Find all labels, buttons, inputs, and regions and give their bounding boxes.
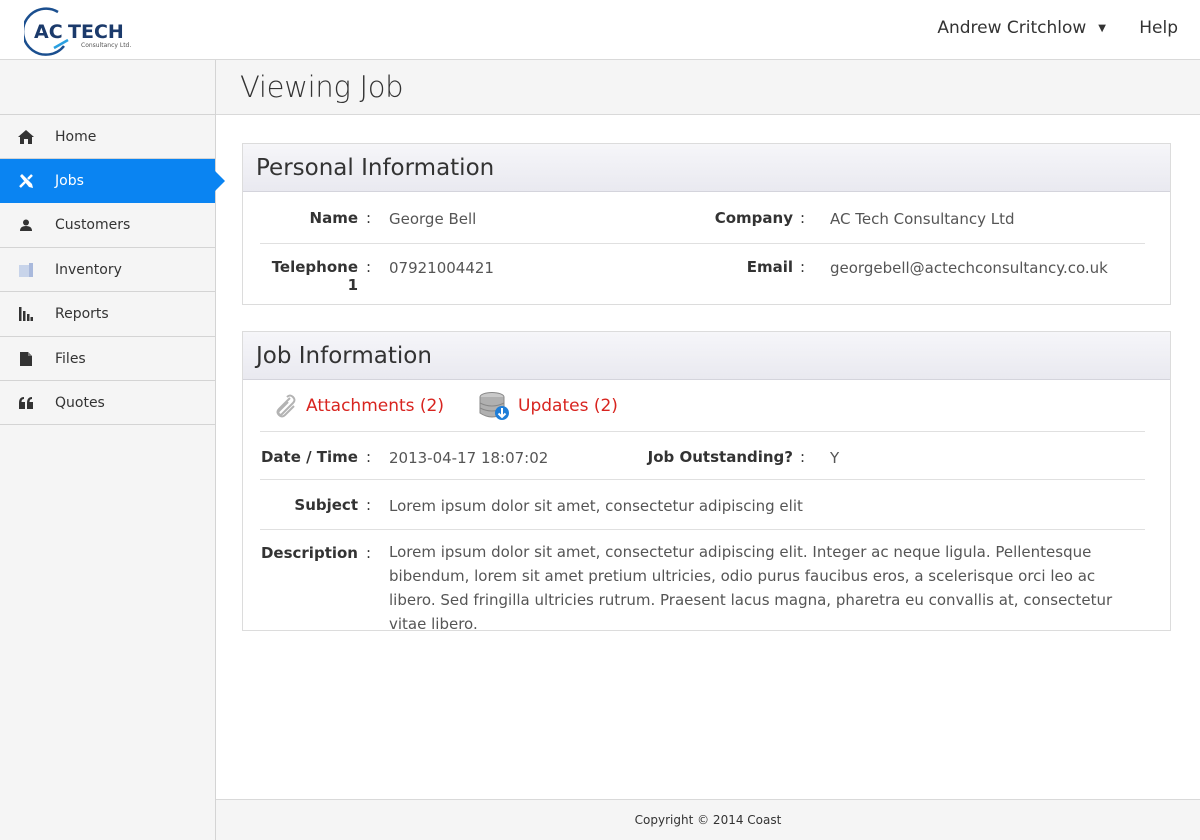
sidebar-item-label: Customers — [55, 217, 131, 233]
caret-down-icon: ▼ — [1098, 22, 1106, 34]
svg-text:TECH: TECH — [68, 21, 124, 43]
job-links-row: Attachments (2) Updates (2) — [260, 380, 1145, 432]
sidebar-item-label: Reports — [55, 306, 109, 322]
job-outstanding-value: Y — [830, 449, 840, 467]
page-header: Viewing Job — [216, 60, 1200, 115]
sidebar-item-label: Jobs — [55, 172, 84, 189]
job-outstanding-label: Job Outstanding? — [647, 448, 793, 466]
colon: : — [366, 496, 372, 514]
database-update-icon — [479, 391, 510, 420]
file-icon — [18, 351, 34, 367]
paperclip-icon — [276, 394, 296, 417]
tools-icon — [18, 173, 34, 189]
job-information-panel: Job Information Attachments (2) Updates … — [242, 331, 1171, 633]
sidebar: Home Jobs Customers Inventory Reports Fi… — [0, 60, 225, 840]
company-value: AC Tech Consultancy Ltd — [830, 210, 1015, 228]
job-info-row: Date / Time : 2013-04-17 18:07:02 Job Ou… — [260, 432, 1145, 480]
top-bar: AC TECH Consultancy Ltd. Andrew Critchlo… — [0, 0, 1200, 60]
updates-link[interactable]: Updates (2) — [478, 391, 618, 421]
colon: : — [366, 544, 372, 562]
attachments-link[interactable]: Attachments (2) — [270, 392, 444, 420]
personal-info-row: Telephone 1 : 07921004421 Email : george… — [260, 244, 1145, 294]
sidebar-item-label: Inventory — [55, 261, 122, 278]
quote-icon — [18, 395, 34, 411]
personal-information-panel: Personal Information Name : George Bell … — [242, 143, 1171, 305]
job-info-row: Subject : Lorem ipsum dolor sit amet, co… — [260, 480, 1145, 530]
colon: : — [366, 258, 372, 276]
sidebar-item-jobs[interactable]: Jobs — [0, 159, 225, 203]
colon: : — [800, 209, 806, 227]
inventory-icon — [18, 262, 34, 278]
help-link[interactable]: Help — [1139, 18, 1178, 38]
svg-text:Consultancy Ltd.: Consultancy Ltd. — [81, 42, 131, 49]
email-label: Email — [746, 258, 793, 276]
datetime-value: 2013-04-17 18:07:02 — [389, 449, 549, 467]
ac-tech-logo-icon: AC TECH Consultancy Ltd. — [21, 7, 131, 56]
company-label: Company — [714, 209, 793, 227]
telephone-value: 07921004421 — [389, 259, 494, 277]
sidebar-item-label: Files — [55, 350, 86, 367]
updates-label: Updates (2) — [518, 395, 618, 416]
footer: Copyright © 2014 Coast — [216, 799, 1200, 840]
home-icon — [18, 129, 34, 145]
email-value: georgebell@actechconsultancy.co.uk — [830, 259, 1108, 277]
sidebar-item-customers[interactable]: Customers — [0, 203, 215, 248]
sidebar-item-label: Quotes — [55, 394, 105, 411]
user-icon — [18, 217, 34, 233]
user-name: Andrew Critchlow — [937, 18, 1087, 38]
panel-heading: Job Information — [243, 332, 1170, 380]
description-label: Description — [260, 544, 358, 562]
name-label: Name — [309, 209, 358, 227]
sidebar-item-label: Home — [55, 128, 97, 145]
job-info-row: Description : Lorem ipsum dolor sit amet… — [260, 530, 1145, 633]
colon: : — [366, 448, 372, 466]
copyright-text: Copyright © 2014 Coast — [634, 813, 782, 827]
sidebar-item-files[interactable]: Files — [0, 337, 215, 381]
sidebar-item-home[interactable]: Home — [0, 115, 215, 159]
subject-value: Lorem ipsum dolor sit amet, consectetur … — [389, 497, 803, 515]
colon: : — [800, 258, 806, 276]
main-content: Viewing Job Personal Information Name : … — [216, 60, 1200, 800]
description-value: Lorem ipsum dolor sit amet, consectetur … — [389, 543, 1113, 633]
colon: : — [366, 209, 372, 227]
personal-info-row: Name : George Bell Company : AC Tech Con… — [260, 192, 1145, 244]
sidebar-item-reports[interactable]: Reports — [0, 292, 215, 337]
sidebar-item-inventory[interactable]: Inventory — [0, 248, 215, 292]
user-menu[interactable]: Andrew Critchlow ▼ — [937, 18, 1106, 38]
bar-chart-icon — [18, 306, 34, 322]
datetime-label: Date / Time — [260, 448, 358, 466]
svg-text:AC: AC — [34, 21, 63, 43]
sidebar-spacer — [0, 60, 215, 115]
telephone-label: Telephone 1 — [271, 258, 358, 294]
attachments-label: Attachments (2) — [306, 395, 445, 416]
name-value: George Bell — [389, 210, 477, 228]
company-logo[interactable]: AC TECH Consultancy Ltd. — [21, 4, 142, 56]
colon: : — [800, 448, 806, 466]
subject-label: Subject — [294, 496, 358, 514]
page-title: Viewing Job — [240, 70, 404, 104]
sidebar-item-quotes[interactable]: Quotes — [0, 381, 215, 425]
panel-heading: Personal Information — [243, 144, 1170, 192]
